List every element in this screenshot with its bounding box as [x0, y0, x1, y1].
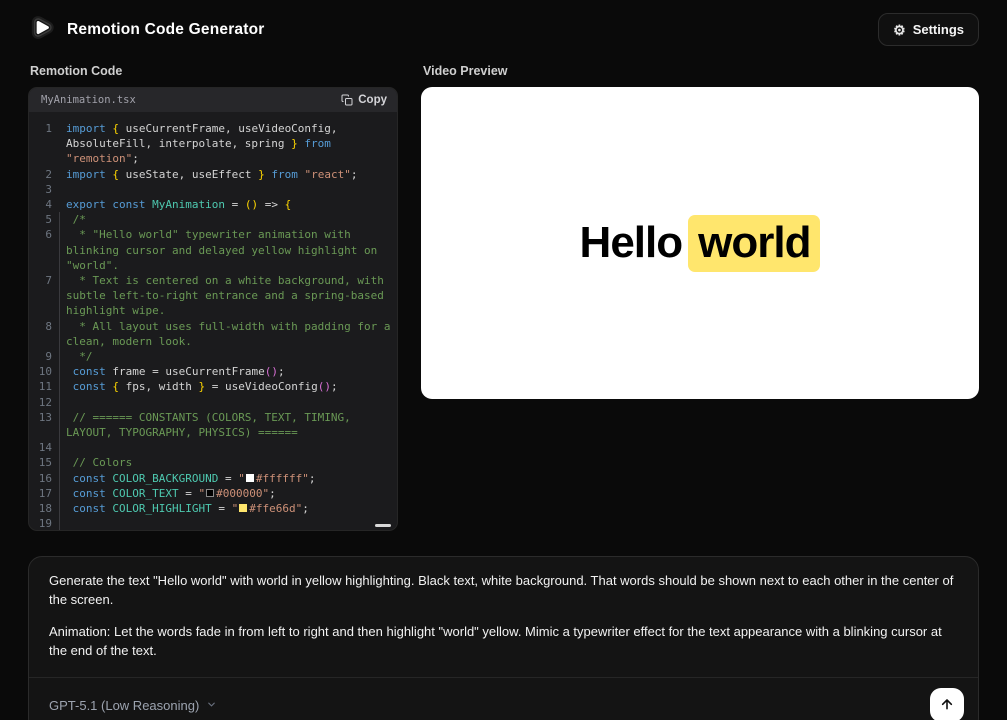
- code-line-content: const frame = useCurrentFrame();: [59, 364, 391, 379]
- preview-section-label: Video Preview: [423, 64, 979, 78]
- submit-button[interactable]: [930, 688, 964, 720]
- code-line: 7 * Text is centered on a white backgrou…: [33, 273, 391, 319]
- code-line: 10 const frame = useCurrentFrame();: [33, 364, 391, 379]
- code-line: 8 * All layout uses full-width with padd…: [33, 319, 391, 349]
- line-number: 16: [33, 471, 59, 486]
- preview-text-highlighted: world: [688, 215, 820, 272]
- remotion-logo-icon: [28, 14, 55, 46]
- code-line: 12: [33, 395, 391, 410]
- code-line: 11 const { fps, width } = useVideoConfig…: [33, 379, 391, 394]
- model-selector[interactable]: GPT-5.1 (Low Reasoning): [49, 698, 217, 713]
- color-swatch: [239, 504, 247, 512]
- line-number: 14: [33, 440, 59, 455]
- settings-button[interactable]: ⚙ Settings: [878, 13, 979, 46]
- code-line: 9 */: [33, 349, 391, 364]
- code-column: Remotion Code MyAnimation.tsx Copy 1impo…: [28, 56, 398, 531]
- code-line: 5 /*: [33, 212, 391, 227]
- chevron-down-icon: [206, 698, 217, 713]
- code-line-content: const COLOR_BACKGROUND = "#ffffff";: [59, 471, 391, 486]
- main-content: Remotion Code MyAnimation.tsx Copy 1impo…: [0, 56, 1007, 531]
- code-line-content: [59, 395, 391, 410]
- code-line-content: export const MyAnimation = () => {: [59, 197, 391, 212]
- line-number: 1: [33, 121, 59, 167]
- code-line-content: * Text is centered on a white background…: [59, 273, 391, 319]
- code-line: 4export const MyAnimation = () => {: [33, 197, 391, 212]
- preview-column: Video Preview Helloworld: [421, 56, 979, 399]
- prompt-paragraph: Animation: Let the words fade in from le…: [49, 623, 958, 661]
- copy-button[interactable]: Copy: [341, 94, 387, 106]
- code-line-content: // Colors: [59, 455, 391, 470]
- line-number: 6: [33, 227, 59, 273]
- brand: Remotion Code Generator: [28, 14, 265, 46]
- code-line: 14: [33, 440, 391, 455]
- line-number: 5: [33, 212, 59, 227]
- code-line-content: // ====== CONSTANTS (COLORS, TEXT, TIMIN…: [59, 410, 391, 440]
- code-line: 3: [33, 182, 391, 197]
- code-line-content: [59, 182, 391, 197]
- code-line-content: import { useCurrentFrame, useVideoConfig…: [59, 121, 391, 167]
- code-line-content: const COLOR_HIGHLIGHT = "#ffe66d";: [59, 501, 391, 516]
- code-line-content: * All layout uses full-width with paddin…: [59, 319, 391, 349]
- line-number: 11: [33, 379, 59, 394]
- code-line: 15 // Colors: [33, 455, 391, 470]
- prompt-section: Generate the text "Hello world" with wor…: [0, 556, 1007, 720]
- arrow-up-icon: [939, 696, 955, 715]
- settings-button-label: Settings: [913, 22, 964, 37]
- line-number: 4: [33, 197, 59, 212]
- code-line-content: * "Hello world" typewriter animation wit…: [59, 227, 391, 273]
- gear-icon: ⚙: [893, 23, 906, 37]
- line-number: 10: [33, 364, 59, 379]
- code-filename: MyAnimation.tsx: [41, 94, 136, 106]
- code-line: 16 const COLOR_BACKGROUND = "#ffffff";: [33, 471, 391, 486]
- code-line-content: /*: [59, 212, 391, 227]
- code-lines[interactable]: 1import { useCurrentFrame, useVideoConfi…: [29, 112, 397, 530]
- video-preview: Helloworld: [421, 87, 979, 399]
- line-number: 9: [33, 349, 59, 364]
- code-section-label: Remotion Code: [30, 64, 398, 78]
- code-line: 6 * "Hello world" typewriter animation w…: [33, 227, 391, 273]
- horizontal-scrollbar[interactable]: [375, 524, 391, 527]
- app-header: Remotion Code Generator ⚙ Settings: [0, 0, 1007, 56]
- line-number: 19: [33, 516, 59, 530]
- code-line-content: import { useState, useEffect } from "rea…: [59, 167, 391, 182]
- line-number: 7: [33, 273, 59, 319]
- code-line: 19: [33, 516, 391, 530]
- color-swatch: [206, 489, 214, 497]
- page-title: Remotion Code Generator: [67, 21, 265, 39]
- preview-text-plain: Hello: [580, 218, 683, 267]
- line-number: 18: [33, 501, 59, 516]
- line-number: 17: [33, 486, 59, 501]
- line-number: 8: [33, 319, 59, 349]
- code-line: 18 const COLOR_HIGHLIGHT = "#ffe66d";: [33, 501, 391, 516]
- code-editor: MyAnimation.tsx Copy 1import { useCurren…: [28, 87, 398, 531]
- prompt-input[interactable]: Generate the text "Hello world" with wor…: [29, 557, 978, 677]
- code-line-content: const COLOR_TEXT = "#000000";: [59, 486, 391, 501]
- copy-icon: [341, 94, 353, 106]
- code-line: 17 const COLOR_TEXT = "#000000";: [33, 486, 391, 501]
- model-selector-label: GPT-5.1 (Low Reasoning): [49, 698, 199, 713]
- line-number: 15: [33, 455, 59, 470]
- line-number: 3: [33, 182, 59, 197]
- prompt-paragraph: Generate the text "Hello world" with wor…: [49, 572, 958, 610]
- code-line-content: const { fps, width } = useVideoConfig();: [59, 379, 391, 394]
- code-line-content: [59, 516, 391, 530]
- code-line: 2import { useState, useEffect } from "re…: [33, 167, 391, 182]
- prompt-controls: GPT-5.1 (Low Reasoning): [29, 677, 978, 720]
- code-line-content: */: [59, 349, 391, 364]
- line-number: 12: [33, 395, 59, 410]
- line-number: 13: [33, 410, 59, 440]
- preview-text: Helloworld: [580, 218, 821, 268]
- prompt-card: Generate the text "Hello world" with wor…: [28, 556, 979, 720]
- copy-button-label: Copy: [358, 94, 387, 106]
- code-editor-header: MyAnimation.tsx Copy: [29, 88, 397, 112]
- line-number: 2: [33, 167, 59, 182]
- code-line: 13 // ====== CONSTANTS (COLORS, TEXT, TI…: [33, 410, 391, 440]
- code-line: 1import { useCurrentFrame, useVideoConfi…: [33, 121, 391, 167]
- color-swatch: [246, 474, 254, 482]
- code-line-content: [59, 440, 391, 455]
